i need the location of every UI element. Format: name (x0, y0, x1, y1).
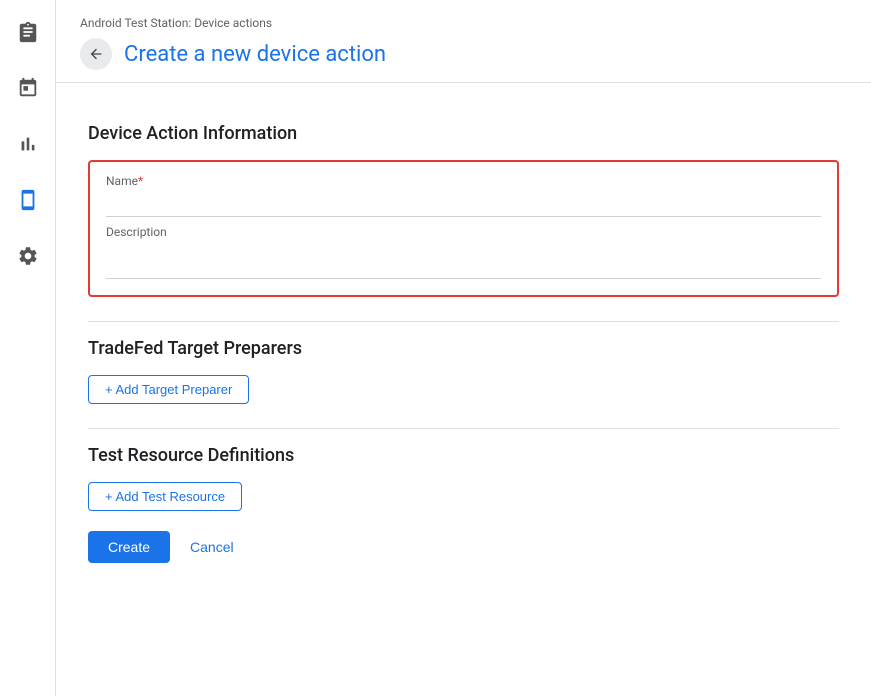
create-button[interactable]: Create (88, 531, 170, 563)
tradefed-section-title: TradeFed Target Preparers (88, 338, 839, 359)
test-resource-section-title: Test Resource Definitions (88, 445, 839, 466)
name-input[interactable] (106, 192, 821, 217)
sidebar-icon-chart[interactable] (12, 128, 44, 160)
description-label: Description (106, 225, 821, 239)
test-resource-section: Test Resource Definitions + Add Test Res… (88, 429, 839, 587)
cancel-button[interactable]: Cancel (178, 531, 246, 563)
add-target-preparer-button[interactable]: + Add Target Preparer (88, 375, 249, 404)
page-title: Create a new device action (124, 42, 386, 67)
name-label: Name* (106, 174, 821, 188)
sidebar (0, 0, 56, 696)
main-content: Android Test Station: Device actions Cre… (56, 0, 871, 696)
sidebar-icon-gear[interactable] (12, 240, 44, 272)
add-test-resource-button[interactable]: + Add Test Resource (88, 482, 242, 511)
page-header: Android Test Station: Device actions Cre… (56, 0, 871, 83)
back-button[interactable] (80, 38, 112, 70)
breadcrumb: Android Test Station: Device actions (80, 16, 847, 30)
description-input[interactable] (106, 243, 821, 279)
content-area: Device Action Information Name* Descript… (56, 83, 871, 611)
sidebar-icon-phone[interactable] (12, 184, 44, 216)
description-field-group: Description (106, 225, 821, 283)
tradefed-section: TradeFed Target Preparers + Add Target P… (88, 322, 839, 429)
device-action-form: Name* Description (88, 160, 839, 297)
device-action-info-title: Device Action Information (88, 123, 839, 144)
sidebar-icon-clipboard[interactable] (12, 16, 44, 48)
name-field-group: Name* (106, 174, 821, 217)
device-action-info-section: Device Action Information Name* Descript… (88, 107, 839, 322)
sidebar-icon-calendar[interactable] (12, 72, 44, 104)
